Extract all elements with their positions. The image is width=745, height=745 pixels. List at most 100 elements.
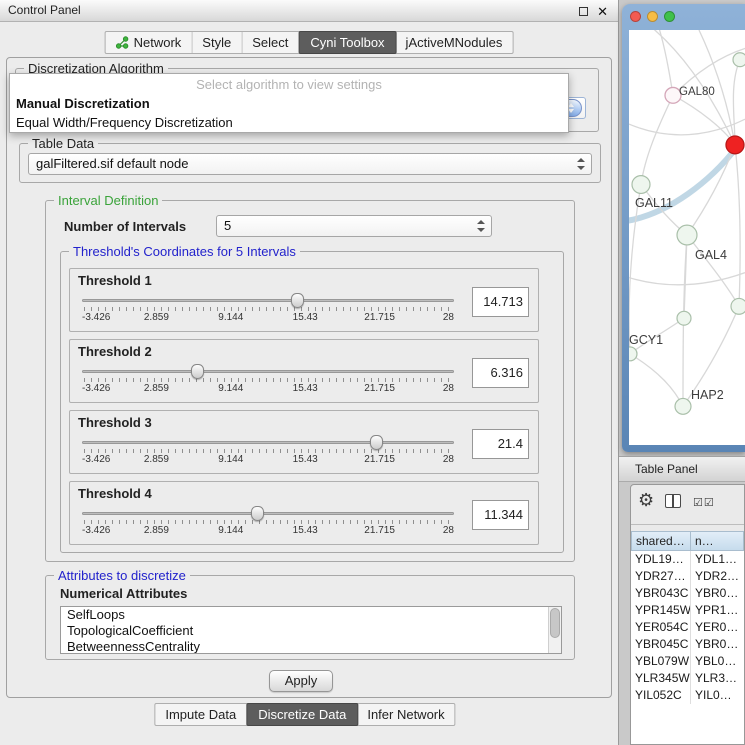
zoom-traffic-icon[interactable]: [664, 11, 675, 22]
table-cell[interactable]: YLR345W: [631, 670, 691, 687]
tab-discretize-data[interactable]: Discretize Data: [246, 703, 358, 726]
attributes-group-title: Attributes to discretize: [54, 568, 190, 583]
table-cell[interactable]: YDL19…: [631, 551, 691, 568]
tab-network[interactable]: Network: [106, 32, 193, 53]
close-icon[interactable]: ✕: [597, 5, 608, 18]
checkbox-filter-icons[interactable]: ☑☑: [693, 496, 715, 509]
table-cell[interactable]: YBL0…: [691, 653, 744, 670]
table-row[interactable]: YDR27… YDR2…: [631, 568, 744, 585]
table-cell[interactable]: YER054C: [631, 619, 691, 636]
list-item[interactable]: SelfLoops: [61, 607, 561, 623]
tab-jactivemnodules-label: jActiveMNodules: [406, 35, 503, 50]
tab-select[interactable]: Select: [242, 32, 299, 53]
table-cell[interactable]: YIL052C: [631, 687, 691, 704]
tab-jactivemnodules[interactable]: jActiveMNodules: [396, 32, 513, 53]
network-node[interactable]: [629, 347, 637, 361]
threshold-slider-thumb[interactable]: [251, 506, 264, 521]
scale-label: 2.859: [144, 383, 169, 394]
table-cell[interactable]: YPR1…: [691, 602, 744, 619]
table-row[interactable]: YIL052C YIL0…: [631, 687, 744, 704]
network-node[interactable]: [733, 53, 745, 67]
table-cell[interactable]: YDL1…: [691, 551, 744, 568]
column-header-name[interactable]: n…: [691, 531, 744, 551]
table-header-row: shared… n…: [631, 531, 744, 551]
table-cell[interactable]: YIL0…: [691, 687, 744, 704]
threshold-slider-thumb[interactable]: [191, 364, 204, 379]
slider-scale: -3.426 2.859 9.144 15.43 21.715 28: [82, 312, 454, 324]
table-cell[interactable]: YDR27…: [631, 568, 691, 585]
network-node[interactable]: [731, 298, 745, 314]
table-cell[interactable]: YBR0…: [691, 636, 744, 653]
scale-label: 28: [443, 454, 454, 465]
apply-button[interactable]: Apply: [269, 670, 333, 692]
table-cell[interactable]: YER0…: [691, 619, 744, 636]
table-row[interactable]: YLR345W YLR3…: [631, 670, 744, 687]
threshold-1-value-field[interactable]: 14.713: [472, 287, 529, 317]
threshold-4-label: Threshold 4: [78, 486, 152, 501]
scale-label: 15.43: [293, 454, 318, 465]
network-canvas[interactable]: GAL80 GAL11 GAL4 GCY1 HAP2: [629, 30, 745, 445]
scale-label: 21.715: [364, 525, 395, 536]
attributes-group: Attributes to discretize Numerical Attri…: [45, 575, 575, 660]
table-data-combobox[interactable]: galFiltered.sif default node: [28, 153, 592, 175]
table-row[interactable]: YER054C YER0…: [631, 619, 744, 636]
table-cell[interactable]: YBL079W: [631, 653, 691, 670]
network-node[interactable]: [675, 398, 691, 414]
table-cell[interactable]: YBR043C: [631, 585, 691, 602]
window-title: Control Panel: [8, 3, 81, 17]
slider-track[interactable]: [82, 441, 454, 444]
table-row[interactable]: YBR043C YBR0…: [631, 585, 744, 602]
threshold-2-value-field[interactable]: 6.316: [472, 358, 529, 388]
tab-style[interactable]: Style: [192, 32, 242, 53]
table-cell[interactable]: YBR0…: [691, 585, 744, 602]
node-label-gal11: GAL11: [635, 196, 673, 210]
network-node[interactable]: [677, 311, 691, 325]
tab-infer-network[interactable]: Infer Network: [357, 704, 454, 725]
slider-track[interactable]: [82, 370, 454, 373]
number-of-intervals-combobox[interactable]: 5: [216, 215, 492, 237]
threshold-4-value-field[interactable]: 11.344: [472, 500, 529, 530]
slider-ticks: [84, 520, 452, 524]
threshold-3-value-field[interactable]: 21.4: [472, 429, 529, 459]
table-panel-titlebar[interactable]: Table Panel: [619, 456, 745, 482]
threshold-1-slider[interactable]: -3.426 2.859 9.144 15.43 21.715 28: [82, 293, 454, 329]
gear-icon[interactable]: ⚙: [638, 491, 654, 509]
threshold-slider-thumb[interactable]: [370, 435, 383, 450]
list-item[interactable]: TopologicalCoefficient: [61, 623, 561, 639]
columns-icon[interactable]: [665, 494, 681, 508]
list-item[interactable]: BetweennessCentrality: [61, 639, 561, 654]
scale-label: 28: [443, 383, 454, 394]
network-node[interactable]: [677, 225, 697, 245]
threshold-3-slider[interactable]: -3.426 2.859 9.144 15.43 21.715 28: [82, 435, 454, 471]
table-cell[interactable]: YBR045C: [631, 636, 691, 653]
column-header-shared-name[interactable]: shared…: [631, 531, 691, 551]
threshold-4-slider[interactable]: -3.426 2.859 9.144 15.43 21.715 28: [82, 506, 454, 542]
window-titlebar[interactable]: Control Panel ✕: [0, 0, 618, 22]
dropdown-option-equal-width[interactable]: Equal Width/Frequency Discretization: [10, 113, 568, 132]
table-row[interactable]: YPR145W YPR1…: [631, 602, 744, 619]
network-node-selected[interactable]: [726, 136, 744, 154]
tab-cyni-toolbox[interactable]: Cyni Toolbox: [298, 31, 396, 54]
threshold-slider-thumb[interactable]: [291, 293, 304, 308]
threshold-2-slider[interactable]: -3.426 2.859 9.144 15.43 21.715 28: [82, 364, 454, 400]
table-row[interactable]: YDL19… YDL1…: [631, 551, 744, 568]
table-cell[interactable]: YDR2…: [691, 568, 744, 585]
scrollbar-thumb[interactable]: [550, 608, 560, 638]
slider-track[interactable]: [82, 512, 454, 515]
network-node[interactable]: [632, 176, 650, 194]
slider-track[interactable]: [82, 299, 454, 302]
scale-label: 9.144: [218, 525, 243, 536]
table-row[interactable]: YBL079W YBL0…: [631, 653, 744, 670]
table-row[interactable]: YBR045C YBR0…: [631, 636, 744, 653]
number-of-intervals-label: Number of Intervals: [64, 219, 186, 234]
table-cell[interactable]: YLR3…: [691, 670, 744, 687]
table-cell[interactable]: YPR145W: [631, 602, 691, 619]
close-traffic-icon[interactable]: [630, 11, 641, 22]
tab-impute-data[interactable]: Impute Data: [155, 704, 247, 725]
minimize-icon[interactable]: [579, 7, 588, 16]
scale-label: -3.426: [82, 312, 110, 323]
list-scrollbar[interactable]: [548, 607, 561, 653]
tab-discretize-data-label: Discretize Data: [258, 707, 346, 722]
minimize-traffic-icon[interactable]: [647, 11, 658, 22]
dropdown-option-manual-discretization[interactable]: Manual Discretization: [10, 94, 568, 113]
